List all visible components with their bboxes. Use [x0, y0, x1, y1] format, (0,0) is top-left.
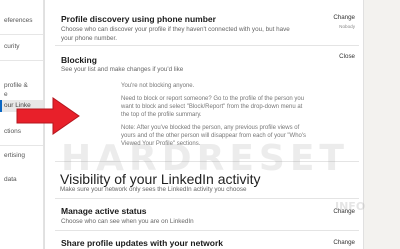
divider: [55, 230, 359, 231]
sidebar-item-profile-network[interactable]: profile &: [4, 82, 28, 89]
share-updates-change-button[interactable]: Change: [333, 239, 355, 246]
blocking-title: Blocking: [61, 55, 97, 65]
red-arrow-icon: [16, 97, 80, 135]
watermark-suffix: INFO: [335, 200, 366, 213]
sidebar-divider: [0, 34, 43, 35]
profile-discovery-change-button[interactable]: Change: [333, 14, 355, 21]
divider: [55, 198, 359, 199]
profile-discovery-value: Nobody: [339, 24, 355, 29]
active-status-description: Choose who can see when you are on Linke…: [61, 218, 194, 225]
blocking-description: See your list and make changes if you'd …: [61, 66, 184, 73]
blocking-empty-state: You're not blocking anyone.: [121, 83, 195, 89]
profile-discovery-title: Profile discovery using phone number: [61, 14, 216, 24]
divider: [55, 45, 359, 46]
blocking-close-button[interactable]: Close: [339, 53, 355, 60]
blocking-help-text: Need to block or report someone? Go to t…: [121, 96, 305, 118]
sidebar-item-profile-network-2[interactable]: e: [4, 91, 8, 98]
profile-discovery-description: Choose who can discover your profile if …: [61, 26, 290, 42]
sidebar-item-preferences[interactable]: eferences: [4, 17, 33, 24]
active-status-title: Manage active status: [61, 206, 147, 216]
red-arrow-shape: [16, 97, 80, 135]
share-updates-title: Share profile updates with your network: [61, 238, 223, 248]
sidebar-item-security[interactable]: curity: [4, 43, 20, 50]
visibility-section-subtitle: Make sure your network only sees the Lin…: [60, 186, 247, 193]
settings-panel: Profile discovery using phone number Cho…: [44, 0, 364, 249]
sidebar-divider: [0, 60, 43, 61]
watermark: HARDRESET: [61, 138, 349, 179]
